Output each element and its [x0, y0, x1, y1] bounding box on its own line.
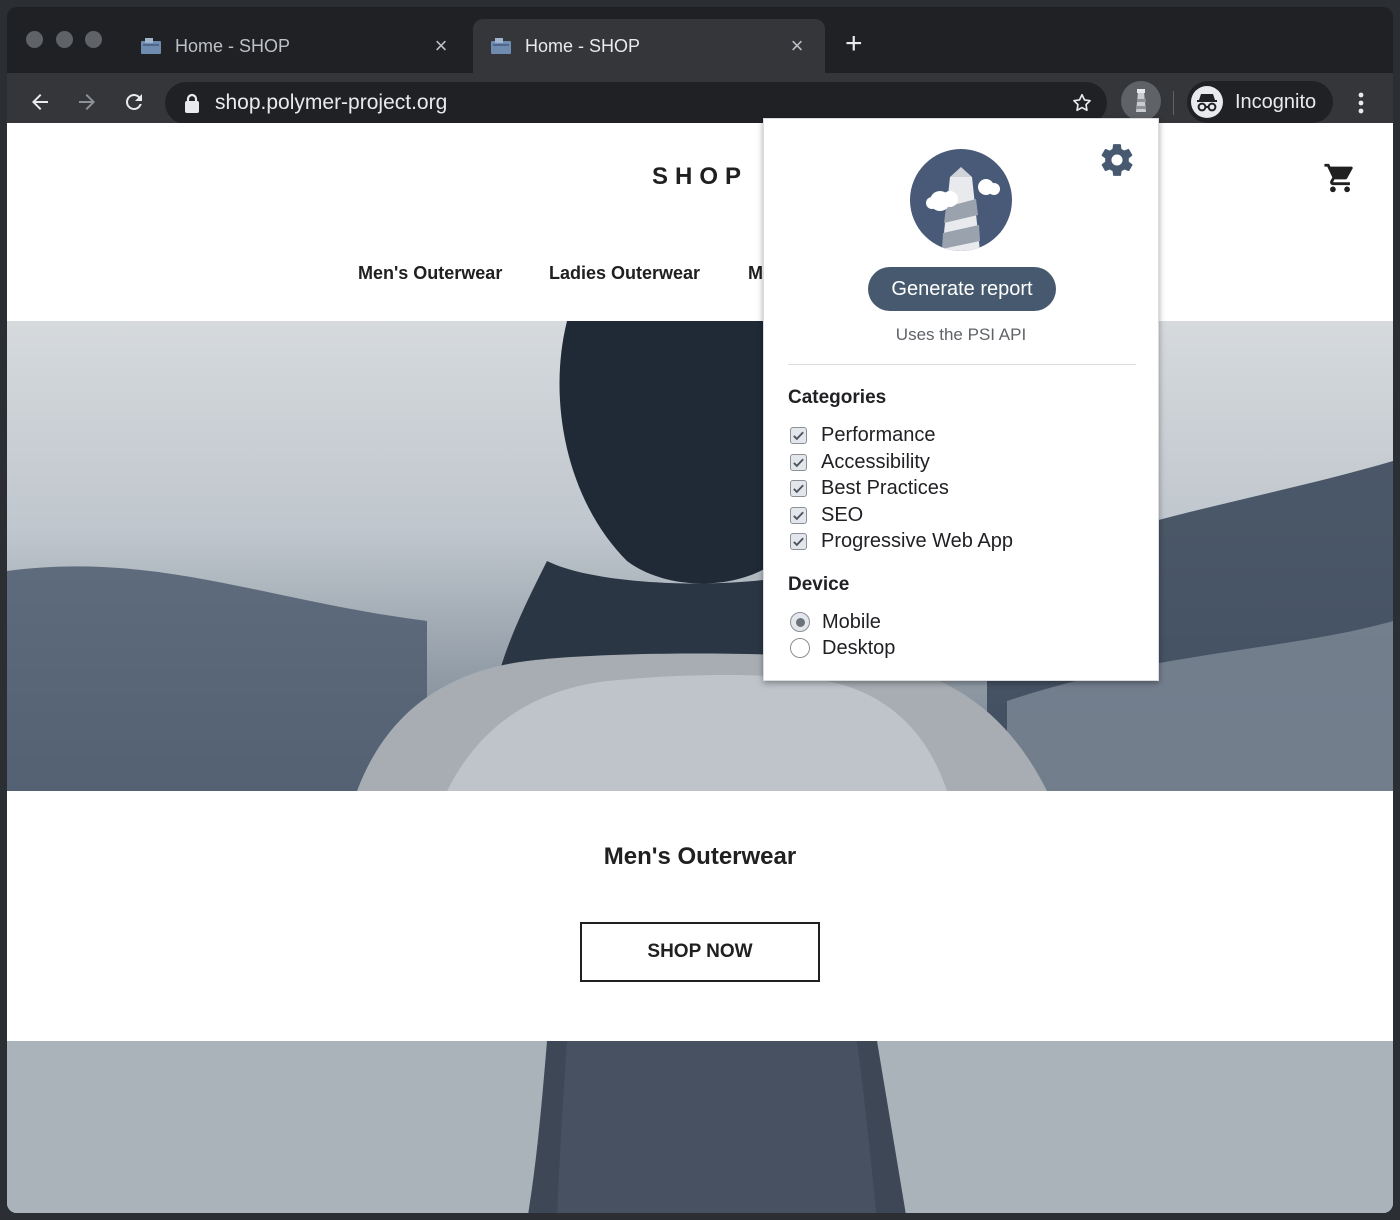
radio-dot — [795, 617, 805, 627]
radio-button[interactable] — [790, 638, 810, 658]
device-label: Mobile — [822, 610, 881, 633]
checkbox[interactable] — [790, 479, 807, 497]
category-label: SEO — [821, 503, 864, 526]
categories-heading: Categories — [788, 387, 887, 408]
section-title: Men's Outerwear — [603, 843, 797, 870]
lighthouse-logo-icon — [910, 149, 1012, 251]
category-best-practices[interactable]: Best Practices — [790, 475, 949, 501]
device-label: Desktop — [822, 636, 896, 659]
category-seo[interactable]: SEO — [790, 502, 863, 528]
back-button[interactable] — [25, 87, 55, 117]
category-label: Performance — [821, 423, 936, 446]
lighthouse-popup: Generate report Uses the PSI API Categor… — [763, 118, 1159, 681]
category-performance[interactable]: Performance — [790, 422, 936, 448]
category-label: Progressive Web App — [821, 529, 1013, 552]
forward-button[interactable] — [72, 87, 102, 117]
shop-now-button[interactable]: SHOP NOW — [580, 922, 820, 982]
checkmark-icon — [793, 431, 804, 440]
checkmark-icon — [793, 484, 804, 493]
psi-note: Uses the PSI API — [895, 325, 1027, 344]
nav-ladies-outerwear[interactable]: Ladies Outerwear — [549, 263, 700, 284]
second-hero-image[interactable] — [7, 1041, 1393, 1213]
checkmark-icon — [793, 537, 804, 546]
nav-mens-outerwear[interactable]: Men's Outerwear — [358, 263, 502, 284]
tab-active[interactable]: Home - SHOP × — [473, 19, 825, 73]
hero-image[interactable] — [7, 321, 1393, 791]
reload-button[interactable] — [119, 87, 149, 117]
radio-button[interactable] — [790, 612, 810, 632]
site-logo[interactable]: SHOP — [7, 163, 1393, 191]
checkmark-icon — [793, 511, 804, 520]
generate-report-button[interactable]: Generate report — [868, 267, 1056, 311]
tab-strip: Home - SHOP × Home - SHOP × + — [7, 7, 1393, 73]
gear-icon[interactable] — [1098, 141, 1136, 184]
checkbox[interactable] — [790, 506, 807, 524]
back-arrow-icon — [32, 94, 48, 110]
window-zoom-dot[interactable] — [85, 31, 102, 48]
profile-label: Incognito — [1235, 90, 1317, 113]
checkmark-icon — [793, 458, 804, 467]
tab-title: Home - SHOP — [175, 35, 291, 56]
tab-inactive[interactable]: Home - SHOP × — [123, 19, 469, 73]
new-tab-button[interactable]: + — [845, 29, 863, 59]
toolbar-separator — [1173, 91, 1174, 115]
browser-window: Home - SHOP × Home - SHOP × + shop.polym… — [7, 7, 1393, 1213]
popup-divider — [788, 364, 1136, 365]
menu-kebab-icon[interactable] — [1351, 91, 1371, 115]
device-heading: Device — [788, 574, 850, 595]
forward-arrow-icon — [79, 94, 95, 110]
category-label: Best Practices — [821, 476, 949, 499]
checkbox[interactable] — [790, 453, 807, 471]
device-mobile[interactable]: Mobile — [790, 609, 881, 635]
tab-close-icon[interactable]: × — [431, 35, 451, 57]
lighthouse-extension-icon — [1136, 89, 1146, 112]
tab-title: Home - SHOP — [525, 35, 641, 56]
shop-favicon-icon — [491, 38, 511, 54]
category-accessibility[interactable]: Accessibility — [790, 449, 930, 475]
device-desktop[interactable]: Desktop — [790, 635, 895, 661]
shop-favicon-icon — [141, 38, 161, 54]
tab-close-icon[interactable]: × — [787, 35, 807, 57]
checkbox[interactable] — [790, 532, 807, 550]
lock-icon — [183, 93, 201, 113]
cart-icon[interactable] — [1323, 161, 1357, 200]
checkbox[interactable] — [790, 426, 807, 444]
web-page: SHOP Men's Outerwear Ladies Outerwear M — [7, 123, 1393, 1213]
window-minimize-dot[interactable] — [56, 31, 73, 48]
reload-icon — [125, 93, 142, 110]
lighthouse-extension-button[interactable] — [1121, 81, 1161, 121]
window-close-dot[interactable] — [26, 31, 43, 48]
star-icon[interactable] — [1071, 92, 1093, 119]
category-pwa[interactable]: Progressive Web App — [790, 528, 1013, 554]
nav-item-partial[interactable]: M — [748, 263, 763, 284]
profile-button[interactable]: Incognito — [1187, 81, 1333, 123]
incognito-icon — [1191, 86, 1223, 118]
url-text: shop.polymer-project.org — [215, 91, 448, 114]
category-label: Accessibility — [821, 450, 930, 473]
